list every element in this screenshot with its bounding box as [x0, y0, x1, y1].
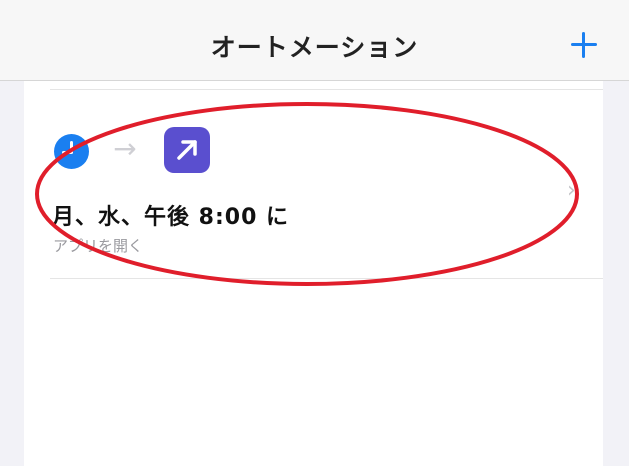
automation-item[interactable]: → 月、水、午後 8:00 に アプリを開く › [24, 90, 603, 278]
chevron-right-icon: › [567, 178, 576, 203]
automation-screen: オートメーション → 月、水、午後 8:00 に アプリを開く › [0, 0, 629, 466]
automation-subtitle: アプリを開く [53, 237, 144, 255]
navigation-bar: オートメーション [0, 0, 629, 81]
open-app-icon [164, 127, 210, 173]
clock-icon [54, 134, 89, 169]
add-automation-button[interactable] [569, 30, 599, 60]
automation-title: 月、水、午後 8:00 に [52, 205, 290, 230]
page-title: オートメーション [210, 33, 419, 62]
automation-list: → 月、水、午後 8:00 に アプリを開く › [24, 81, 603, 466]
arrow-right-icon: → [113, 132, 137, 165]
list-divider [50, 278, 603, 279]
